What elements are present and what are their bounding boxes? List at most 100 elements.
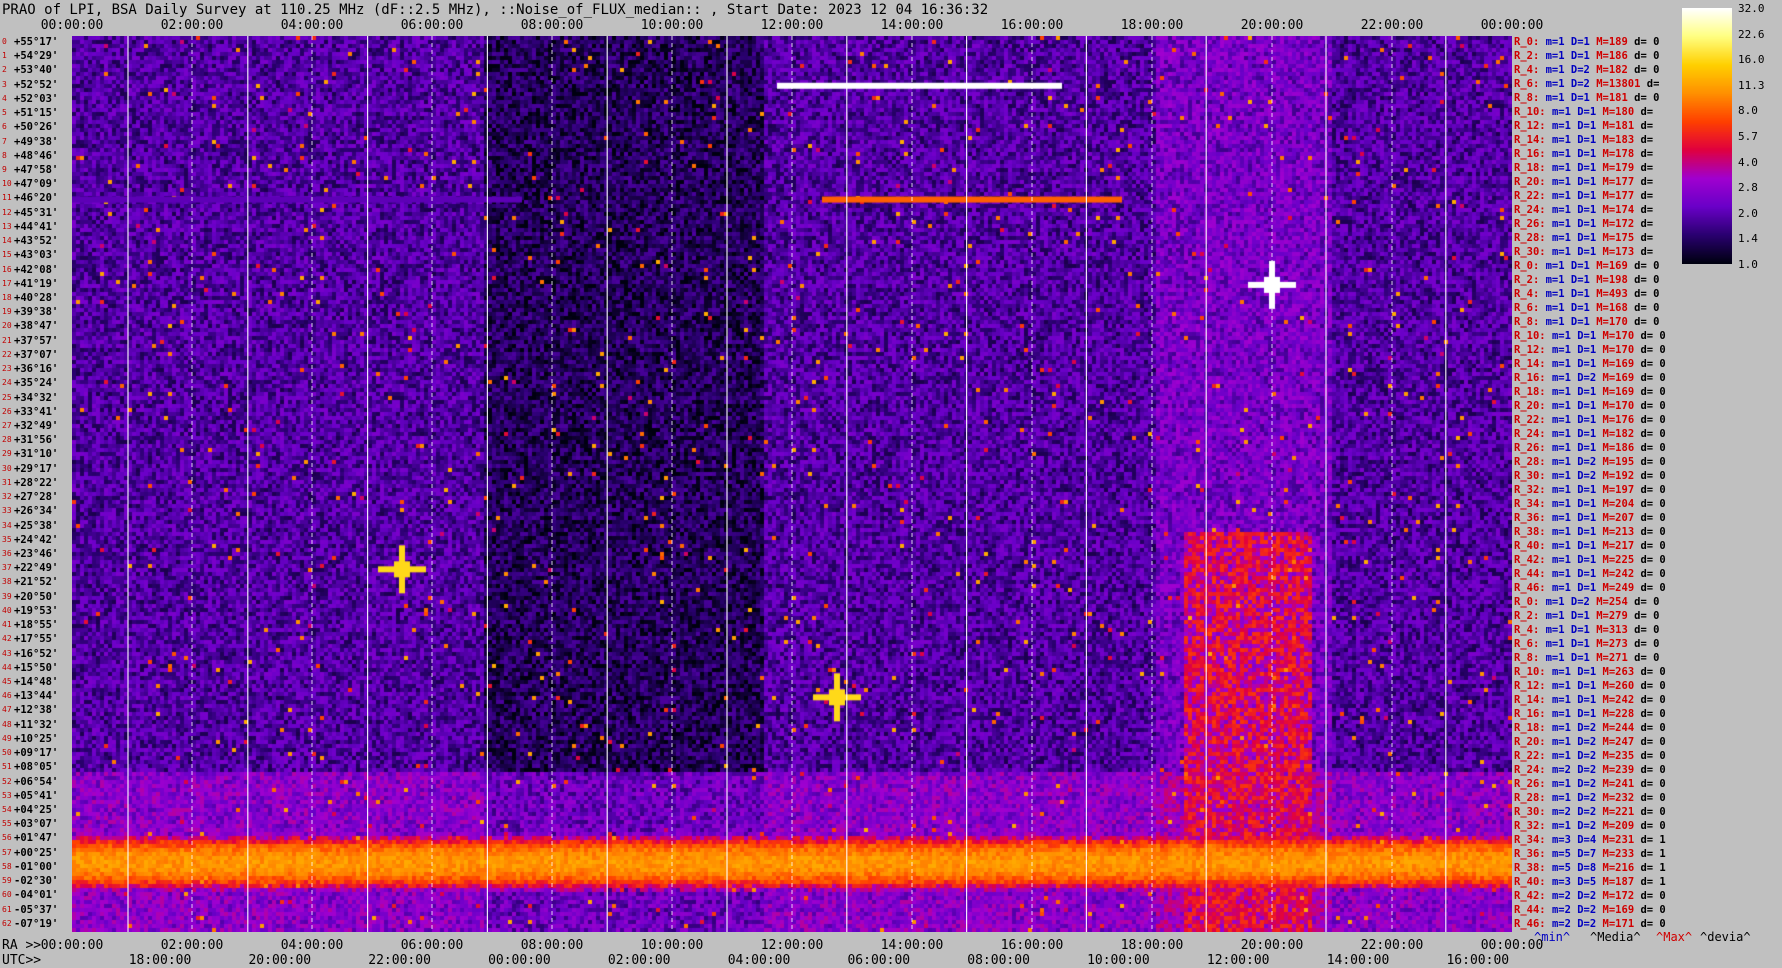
stat-d: d= 0 <box>1640 764 1666 776</box>
row-index: 59 <box>2 876 12 886</box>
row-index: 62 <box>2 918 12 928</box>
row-index: 5 <box>2 108 7 118</box>
stat-row: R_44: m=1 D=1 M=242 d= 0 <box>1514 568 1666 580</box>
colorbar-tick: 1.0 <box>1738 258 1758 271</box>
row-index: 28 <box>2 435 12 445</box>
row-index: 12 <box>2 207 12 217</box>
stat-m: m=1 <box>1551 386 1578 398</box>
stat-D: D=1 <box>1577 134 1603 146</box>
stat-r: R_24: <box>1514 204 1552 216</box>
stat-row: R_34: m=3 D=4 M=231 d= 1 <box>1514 834 1666 846</box>
declination-label: +51°15' <box>14 107 59 120</box>
ra-tick-label: 02:00:00 <box>160 938 224 953</box>
stat-M: M=169 <box>1596 260 1635 272</box>
declination-label: +01°47' <box>14 832 59 845</box>
stat-d: d= 0 <box>1634 316 1660 328</box>
stat-row: R_18: m=1 D=2 M=244 d= 0 <box>1514 722 1666 734</box>
stat-row: R_26: m=1 D=1 M=186 d= 0 <box>1514 442 1666 454</box>
stat-d: d= 0 <box>1634 36 1660 48</box>
stat-M: M=171 <box>1602 918 1641 930</box>
stat-m: m=1 <box>1551 470 1578 482</box>
row-index: 61 <box>2 904 12 914</box>
row-index: 51 <box>2 762 12 772</box>
stat-r: R_6: <box>1514 78 1546 90</box>
stat-m: m=1 <box>1551 344 1578 356</box>
stat-row: R_28: m=1 D=2 M=195 d= 0 <box>1514 456 1666 468</box>
stat-row: R_16: m=1 D=1 M=178 d= <box>1514 148 1653 160</box>
top-tick-label: 18:00:00 <box>1120 18 1184 33</box>
stat-r: R_38: <box>1514 862 1552 874</box>
stat-r: R_26: <box>1514 778 1552 790</box>
declination-label: +06°54' <box>14 775 59 788</box>
stat-M: M=195 <box>1602 456 1641 468</box>
row-index: 20 <box>2 321 12 331</box>
stat-m: m=1 <box>1551 148 1578 160</box>
declination-label: +28°22' <box>14 476 59 489</box>
stat-d: d= 0 <box>1640 904 1666 916</box>
stat-M: M=186 <box>1602 442 1641 454</box>
stat-row: R_8: m=1 D=1 M=181 d= 0 <box>1514 92 1659 104</box>
top-tick-label: 12:00:00 <box>760 18 824 33</box>
stat-r: R_4: <box>1514 64 1546 76</box>
declination-label: +44°41' <box>14 220 59 233</box>
stat-d: d= <box>1640 176 1654 188</box>
stat-row: R_22: m=1 D=2 M=235 d= 0 <box>1514 750 1666 762</box>
stat-r: R_16: <box>1514 148 1552 160</box>
stat-M: M=241 <box>1602 778 1641 790</box>
stat-r: R_36: <box>1514 848 1552 860</box>
stat-r: R_20: <box>1514 176 1552 188</box>
stat-m: m=1 <box>1551 708 1578 720</box>
stat-r: R_10: <box>1514 666 1552 678</box>
stat-d: d= 0 <box>1640 680 1666 692</box>
stat-d: d= 0 <box>1640 330 1666 342</box>
stat-m: m=1 <box>1551 428 1578 440</box>
ra-axis-label: RA >> <box>2 938 42 953</box>
stat-D: D=1 <box>1577 232 1603 244</box>
stat-row: R_24: m=2 D=2 M=239 d= 0 <box>1514 764 1666 776</box>
declination-label: +20°50' <box>14 590 59 603</box>
stat-row: R_20: m=1 D=1 M=170 d= 0 <box>1514 400 1666 412</box>
stat-M: M=169 <box>1602 386 1641 398</box>
utc-tick-label: 00:00:00 <box>488 953 551 968</box>
declination-label: +33°41' <box>14 405 59 418</box>
declination-label: +47°58' <box>14 164 59 176</box>
stat-d: d= 0 <box>1634 596 1660 608</box>
declination-label: +16°52' <box>14 647 59 660</box>
stat-M: M=182 <box>1596 64 1635 76</box>
stat-M: M=174 <box>1602 204 1641 216</box>
stat-r: R_12: <box>1514 344 1552 356</box>
stat-D: D=1 <box>1577 106 1603 118</box>
stat-d: d= 0 <box>1640 694 1666 706</box>
stat-d: d= <box>1646 78 1660 90</box>
stat-d: d= 0 <box>1640 498 1666 510</box>
stat-r: R_16: <box>1514 708 1552 720</box>
stat-row: R_0: m=1 D=1 M=169 d= 0 <box>1514 260 1659 272</box>
row-index: 1 <box>2 51 7 61</box>
row-index: 37 <box>2 563 12 573</box>
stat-D: D=1 <box>1570 316 1597 328</box>
stat-m: m=1 <box>1551 750 1578 762</box>
row-index: 40 <box>2 605 12 615</box>
stat-d: d= <box>1640 204 1654 216</box>
declination-label: +29°17' <box>14 462 59 475</box>
stat-r: R_16: <box>1514 372 1552 384</box>
stat-r: R_10: <box>1514 106 1552 118</box>
stat-m: m=1 <box>1545 50 1571 62</box>
stat-D: D=1 <box>1577 694 1603 706</box>
stat-r: R_32: <box>1514 484 1552 496</box>
stat-D: D=2 <box>1577 736 1603 748</box>
stat-D: D=1 <box>1577 190 1603 202</box>
stat-m: m=5 <box>1551 848 1578 860</box>
row-index: 41 <box>2 620 12 630</box>
stat-D: D=2 <box>1577 904 1603 916</box>
stat-M: M=244 <box>1602 722 1641 734</box>
stat-row: R_18: m=1 D=1 M=179 d= <box>1514 162 1653 174</box>
stat-M: M=177 <box>1602 190 1641 202</box>
stat-D: D=1 <box>1570 624 1597 636</box>
row-index: 58 <box>2 861 12 871</box>
stat-row: R_8: m=1 D=1 M=271 d= 0 <box>1514 652 1659 664</box>
stat-d: d= 0 <box>1640 400 1666 412</box>
stat-m: m=1 <box>1551 162 1578 174</box>
stat-D: D=1 <box>1577 344 1603 356</box>
stat-row: R_14: m=1 D=1 M=183 d= <box>1514 134 1653 146</box>
